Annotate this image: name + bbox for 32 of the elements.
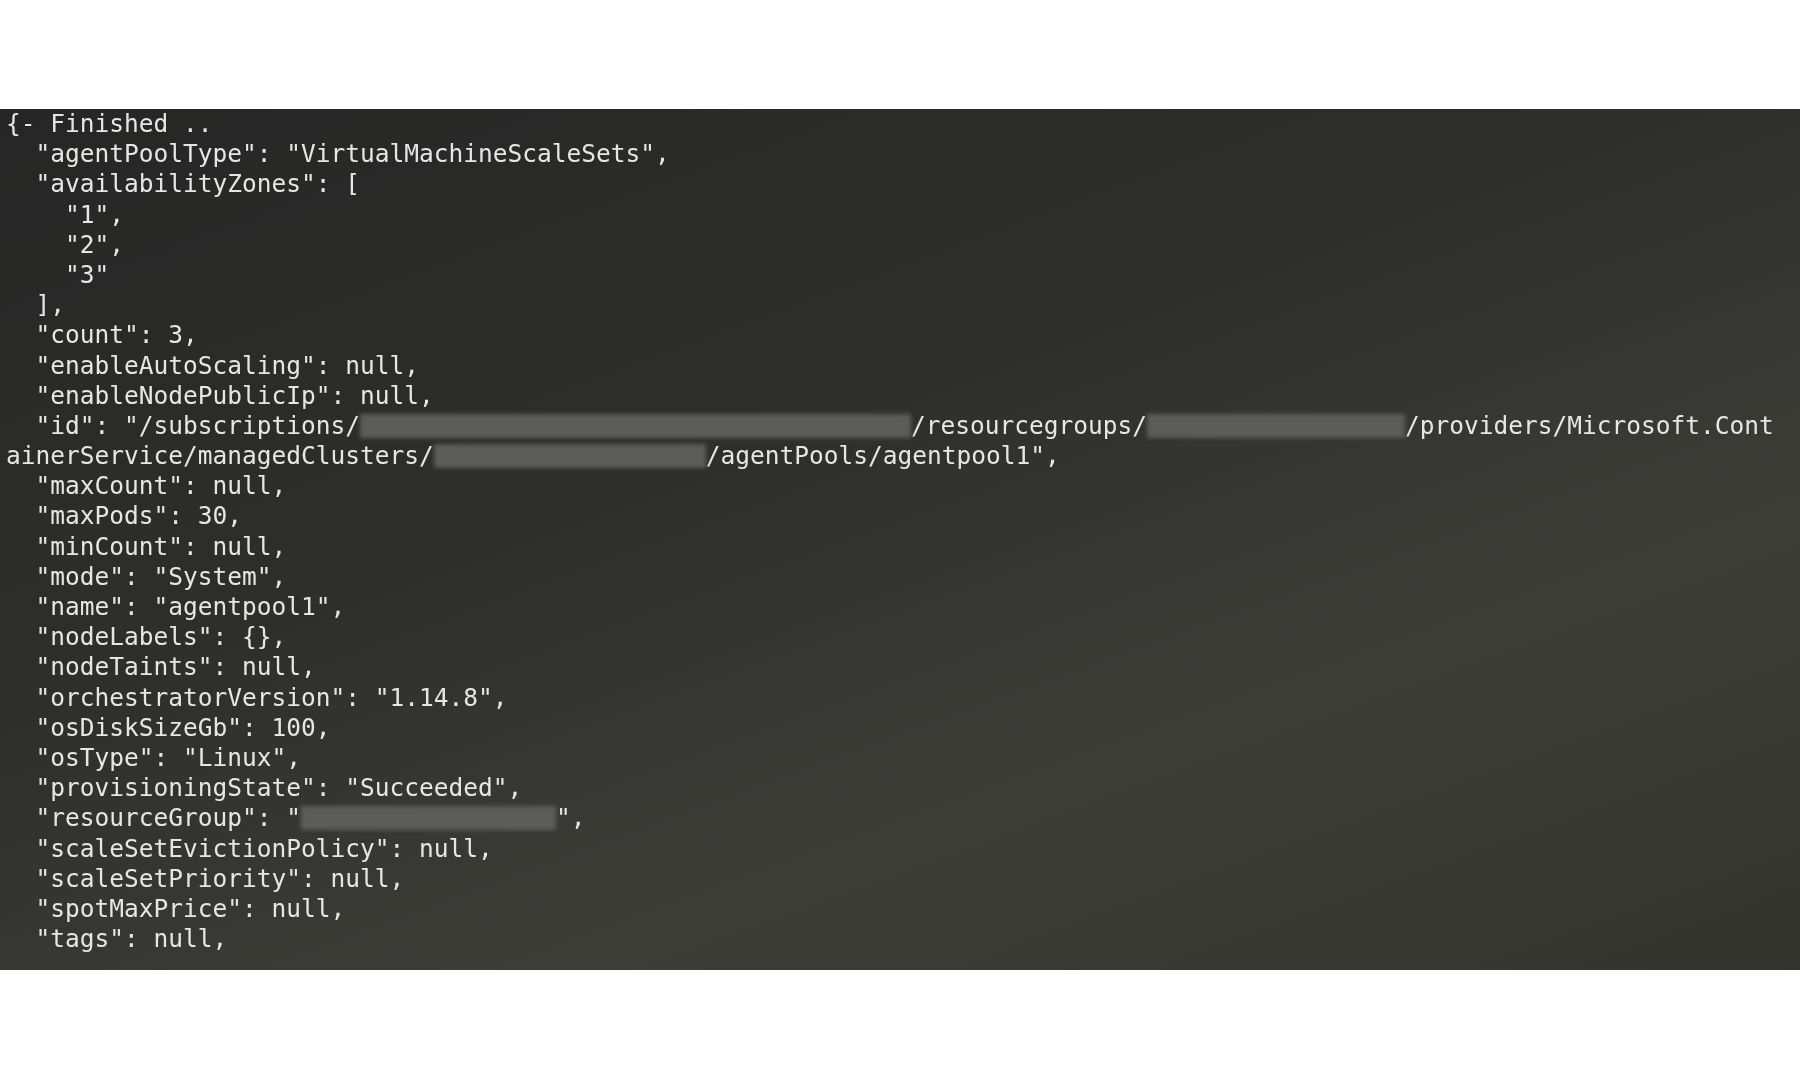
- code-line: "mode": "System",: [34, 561, 288, 592]
- code-text: ",: [556, 803, 586, 834]
- code-line: "count": 3,: [34, 320, 199, 351]
- code-line: "name": "agentpool1",: [34, 592, 347, 623]
- code-line: "availabilityZones": [: [34, 169, 361, 200]
- code-line: "osType": "Linux",: [34, 742, 302, 774]
- code-text: "resourceGroup": ": [34, 803, 301, 834]
- code-line: "3": [64, 259, 111, 291]
- code-text: ainerService/managedClusters/: [6, 441, 434, 472]
- code-line: "orchestratorVersion": "1.14.8",: [34, 682, 509, 713]
- code-line: "maxCount": null,: [34, 471, 288, 502]
- code-line: "agentPoolType": "VirtualMachineScaleSets",: [34, 139, 671, 170]
- code-line: "enableAutoScaling": null,: [34, 350, 420, 381]
- code-line: "nodeTaints": null,: [34, 652, 317, 683]
- code-line: "scaleSetPriority": null,: [34, 863, 406, 894]
- code-line: {- Finished ..: [6, 109, 214, 140]
- code-text: "id": "/subscriptions/: [34, 410, 360, 442]
- code-line: "nodeLabels": {},: [34, 622, 288, 653]
- code-line: "1",: [64, 199, 125, 230]
- code-line: ],: [34, 290, 66, 321]
- code-line: "tags": null,: [34, 924, 229, 955]
- code-line: "enableNodePublicIp": null,: [34, 380, 435, 411]
- code-line: "scaleSetEvictionPolicy": null,: [34, 833, 494, 864]
- code-text: /resourcegroups/: [911, 410, 1148, 442]
- code-line: "osDiskSizeGb": 100,: [34, 712, 332, 743]
- code-line: "provisioningState": "Succeeded",: [34, 773, 524, 804]
- code-text: /providers/Microsoft.Cont: [1405, 410, 1774, 442]
- code-text: /agentPools/agentpool1",: [705, 441, 1060, 472]
- code-line: "maxPods": 30,: [34, 501, 243, 532]
- code-line: "spotMaxPrice": null,: [34, 893, 347, 925]
- code-line: "2",: [64, 229, 125, 260]
- code-line: "minCount": null,: [34, 531, 288, 562]
